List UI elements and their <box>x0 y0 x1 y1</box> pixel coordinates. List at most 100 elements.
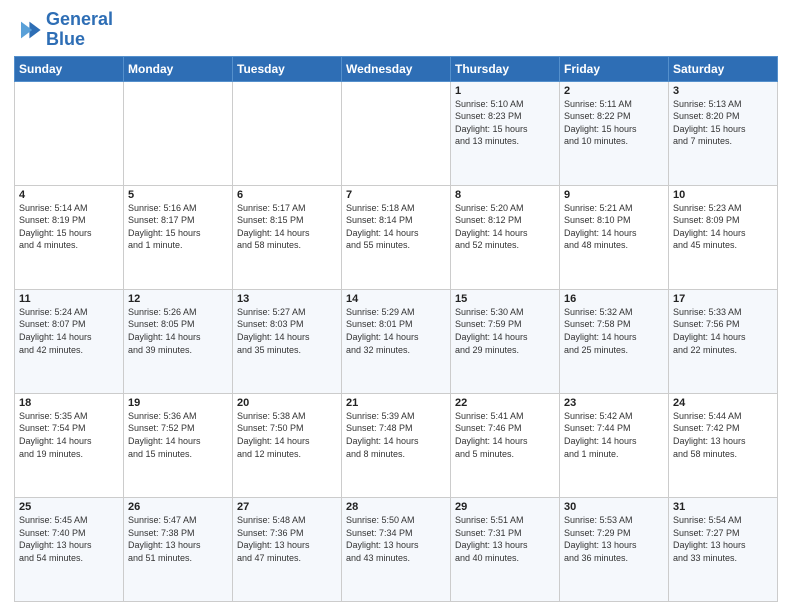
week-row-2: 4Sunrise: 5:14 AM Sunset: 8:19 PM Daylig… <box>15 185 778 289</box>
day-cell: 6Sunrise: 5:17 AM Sunset: 8:15 PM Daylig… <box>233 185 342 289</box>
day-cell: 12Sunrise: 5:26 AM Sunset: 8:05 PM Dayli… <box>124 289 233 393</box>
day-info: Sunrise: 5:35 AM Sunset: 7:54 PM Dayligh… <box>19 410 119 460</box>
weekday-header-friday: Friday <box>560 56 669 81</box>
weekday-header-sunday: Sunday <box>15 56 124 81</box>
logo-icon <box>14 16 42 44</box>
day-info: Sunrise: 5:51 AM Sunset: 7:31 PM Dayligh… <box>455 514 555 564</box>
day-number: 12 <box>128 293 228 305</box>
weekday-header-row: SundayMondayTuesdayWednesdayThursdayFrid… <box>15 56 778 81</box>
day-info: Sunrise: 5:33 AM Sunset: 7:56 PM Dayligh… <box>673 306 773 356</box>
day-number: 10 <box>673 189 773 201</box>
day-number: 11 <box>19 293 119 305</box>
day-cell: 19Sunrise: 5:36 AM Sunset: 7:52 PM Dayli… <box>124 393 233 497</box>
day-number: 25 <box>19 501 119 513</box>
day-info: Sunrise: 5:21 AM Sunset: 8:10 PM Dayligh… <box>564 202 664 252</box>
day-info: Sunrise: 5:20 AM Sunset: 8:12 PM Dayligh… <box>455 202 555 252</box>
day-number: 6 <box>237 189 337 201</box>
day-info: Sunrise: 5:39 AM Sunset: 7:48 PM Dayligh… <box>346 410 446 460</box>
day-cell: 17Sunrise: 5:33 AM Sunset: 7:56 PM Dayli… <box>669 289 778 393</box>
day-number: 1 <box>455 85 555 97</box>
header: General Blue <box>14 10 778 50</box>
weekday-header-wednesday: Wednesday <box>342 56 451 81</box>
day-number: 20 <box>237 397 337 409</box>
day-cell: 4Sunrise: 5:14 AM Sunset: 8:19 PM Daylig… <box>15 185 124 289</box>
week-row-3: 11Sunrise: 5:24 AM Sunset: 8:07 PM Dayli… <box>15 289 778 393</box>
day-number: 14 <box>346 293 446 305</box>
day-info: Sunrise: 5:47 AM Sunset: 7:38 PM Dayligh… <box>128 514 228 564</box>
week-row-5: 25Sunrise: 5:45 AM Sunset: 7:40 PM Dayli… <box>15 497 778 601</box>
day-info: Sunrise: 5:50 AM Sunset: 7:34 PM Dayligh… <box>346 514 446 564</box>
day-number: 3 <box>673 85 773 97</box>
day-cell: 13Sunrise: 5:27 AM Sunset: 8:03 PM Dayli… <box>233 289 342 393</box>
day-number: 29 <box>455 501 555 513</box>
day-info: Sunrise: 5:30 AM Sunset: 7:59 PM Dayligh… <box>455 306 555 356</box>
day-number: 5 <box>128 189 228 201</box>
day-number: 4 <box>19 189 119 201</box>
week-row-4: 18Sunrise: 5:35 AM Sunset: 7:54 PM Dayli… <box>15 393 778 497</box>
day-info: Sunrise: 5:36 AM Sunset: 7:52 PM Dayligh… <box>128 410 228 460</box>
day-cell: 21Sunrise: 5:39 AM Sunset: 7:48 PM Dayli… <box>342 393 451 497</box>
day-cell: 11Sunrise: 5:24 AM Sunset: 8:07 PM Dayli… <box>15 289 124 393</box>
day-cell: 5Sunrise: 5:16 AM Sunset: 8:17 PM Daylig… <box>124 185 233 289</box>
day-info: Sunrise: 5:29 AM Sunset: 8:01 PM Dayligh… <box>346 306 446 356</box>
day-info: Sunrise: 5:17 AM Sunset: 8:15 PM Dayligh… <box>237 202 337 252</box>
day-cell: 18Sunrise: 5:35 AM Sunset: 7:54 PM Dayli… <box>15 393 124 497</box>
weekday-header-saturday: Saturday <box>669 56 778 81</box>
day-cell: 7Sunrise: 5:18 AM Sunset: 8:14 PM Daylig… <box>342 185 451 289</box>
day-number: 30 <box>564 501 664 513</box>
day-number: 7 <box>346 189 446 201</box>
logo-text: General Blue <box>46 10 113 50</box>
day-info: Sunrise: 5:26 AM Sunset: 8:05 PM Dayligh… <box>128 306 228 356</box>
day-cell: 30Sunrise: 5:53 AM Sunset: 7:29 PM Dayli… <box>560 497 669 601</box>
day-cell: 9Sunrise: 5:21 AM Sunset: 8:10 PM Daylig… <box>560 185 669 289</box>
page: General Blue SundayMondayTuesdayWednesda… <box>0 0 792 612</box>
day-number: 18 <box>19 397 119 409</box>
day-cell: 24Sunrise: 5:44 AM Sunset: 7:42 PM Dayli… <box>669 393 778 497</box>
day-number: 28 <box>346 501 446 513</box>
day-number: 31 <box>673 501 773 513</box>
day-info: Sunrise: 5:38 AM Sunset: 7:50 PM Dayligh… <box>237 410 337 460</box>
logo: General Blue <box>14 10 113 50</box>
day-number: 15 <box>455 293 555 305</box>
day-cell: 31Sunrise: 5:54 AM Sunset: 7:27 PM Dayli… <box>669 497 778 601</box>
day-cell <box>233 81 342 185</box>
day-cell: 16Sunrise: 5:32 AM Sunset: 7:58 PM Dayli… <box>560 289 669 393</box>
day-info: Sunrise: 5:32 AM Sunset: 7:58 PM Dayligh… <box>564 306 664 356</box>
day-cell: 10Sunrise: 5:23 AM Sunset: 8:09 PM Dayli… <box>669 185 778 289</box>
day-cell: 1Sunrise: 5:10 AM Sunset: 8:23 PM Daylig… <box>451 81 560 185</box>
day-cell <box>342 81 451 185</box>
day-cell <box>124 81 233 185</box>
day-info: Sunrise: 5:44 AM Sunset: 7:42 PM Dayligh… <box>673 410 773 460</box>
day-info: Sunrise: 5:14 AM Sunset: 8:19 PM Dayligh… <box>19 202 119 252</box>
day-cell: 22Sunrise: 5:41 AM Sunset: 7:46 PM Dayli… <box>451 393 560 497</box>
day-cell: 14Sunrise: 5:29 AM Sunset: 8:01 PM Dayli… <box>342 289 451 393</box>
day-cell: 29Sunrise: 5:51 AM Sunset: 7:31 PM Dayli… <box>451 497 560 601</box>
day-cell: 15Sunrise: 5:30 AM Sunset: 7:59 PM Dayli… <box>451 289 560 393</box>
day-cell: 20Sunrise: 5:38 AM Sunset: 7:50 PM Dayli… <box>233 393 342 497</box>
day-cell: 8Sunrise: 5:20 AM Sunset: 8:12 PM Daylig… <box>451 185 560 289</box>
day-info: Sunrise: 5:42 AM Sunset: 7:44 PM Dayligh… <box>564 410 664 460</box>
day-info: Sunrise: 5:45 AM Sunset: 7:40 PM Dayligh… <box>19 514 119 564</box>
day-info: Sunrise: 5:13 AM Sunset: 8:20 PM Dayligh… <box>673 98 773 148</box>
weekday-header-monday: Monday <box>124 56 233 81</box>
day-number: 9 <box>564 189 664 201</box>
day-info: Sunrise: 5:10 AM Sunset: 8:23 PM Dayligh… <box>455 98 555 148</box>
day-number: 27 <box>237 501 337 513</box>
calendar-table: SundayMondayTuesdayWednesdayThursdayFrid… <box>14 56 778 602</box>
day-info: Sunrise: 5:54 AM Sunset: 7:27 PM Dayligh… <box>673 514 773 564</box>
day-cell <box>15 81 124 185</box>
day-number: 8 <box>455 189 555 201</box>
day-info: Sunrise: 5:53 AM Sunset: 7:29 PM Dayligh… <box>564 514 664 564</box>
day-number: 23 <box>564 397 664 409</box>
day-cell: 23Sunrise: 5:42 AM Sunset: 7:44 PM Dayli… <box>560 393 669 497</box>
day-number: 24 <box>673 397 773 409</box>
day-info: Sunrise: 5:27 AM Sunset: 8:03 PM Dayligh… <box>237 306 337 356</box>
day-info: Sunrise: 5:23 AM Sunset: 8:09 PM Dayligh… <box>673 202 773 252</box>
day-cell: 27Sunrise: 5:48 AM Sunset: 7:36 PM Dayli… <box>233 497 342 601</box>
day-info: Sunrise: 5:41 AM Sunset: 7:46 PM Dayligh… <box>455 410 555 460</box>
week-row-1: 1Sunrise: 5:10 AM Sunset: 8:23 PM Daylig… <box>15 81 778 185</box>
day-number: 26 <box>128 501 228 513</box>
weekday-header-thursday: Thursday <box>451 56 560 81</box>
day-number: 16 <box>564 293 664 305</box>
day-cell: 28Sunrise: 5:50 AM Sunset: 7:34 PM Dayli… <box>342 497 451 601</box>
